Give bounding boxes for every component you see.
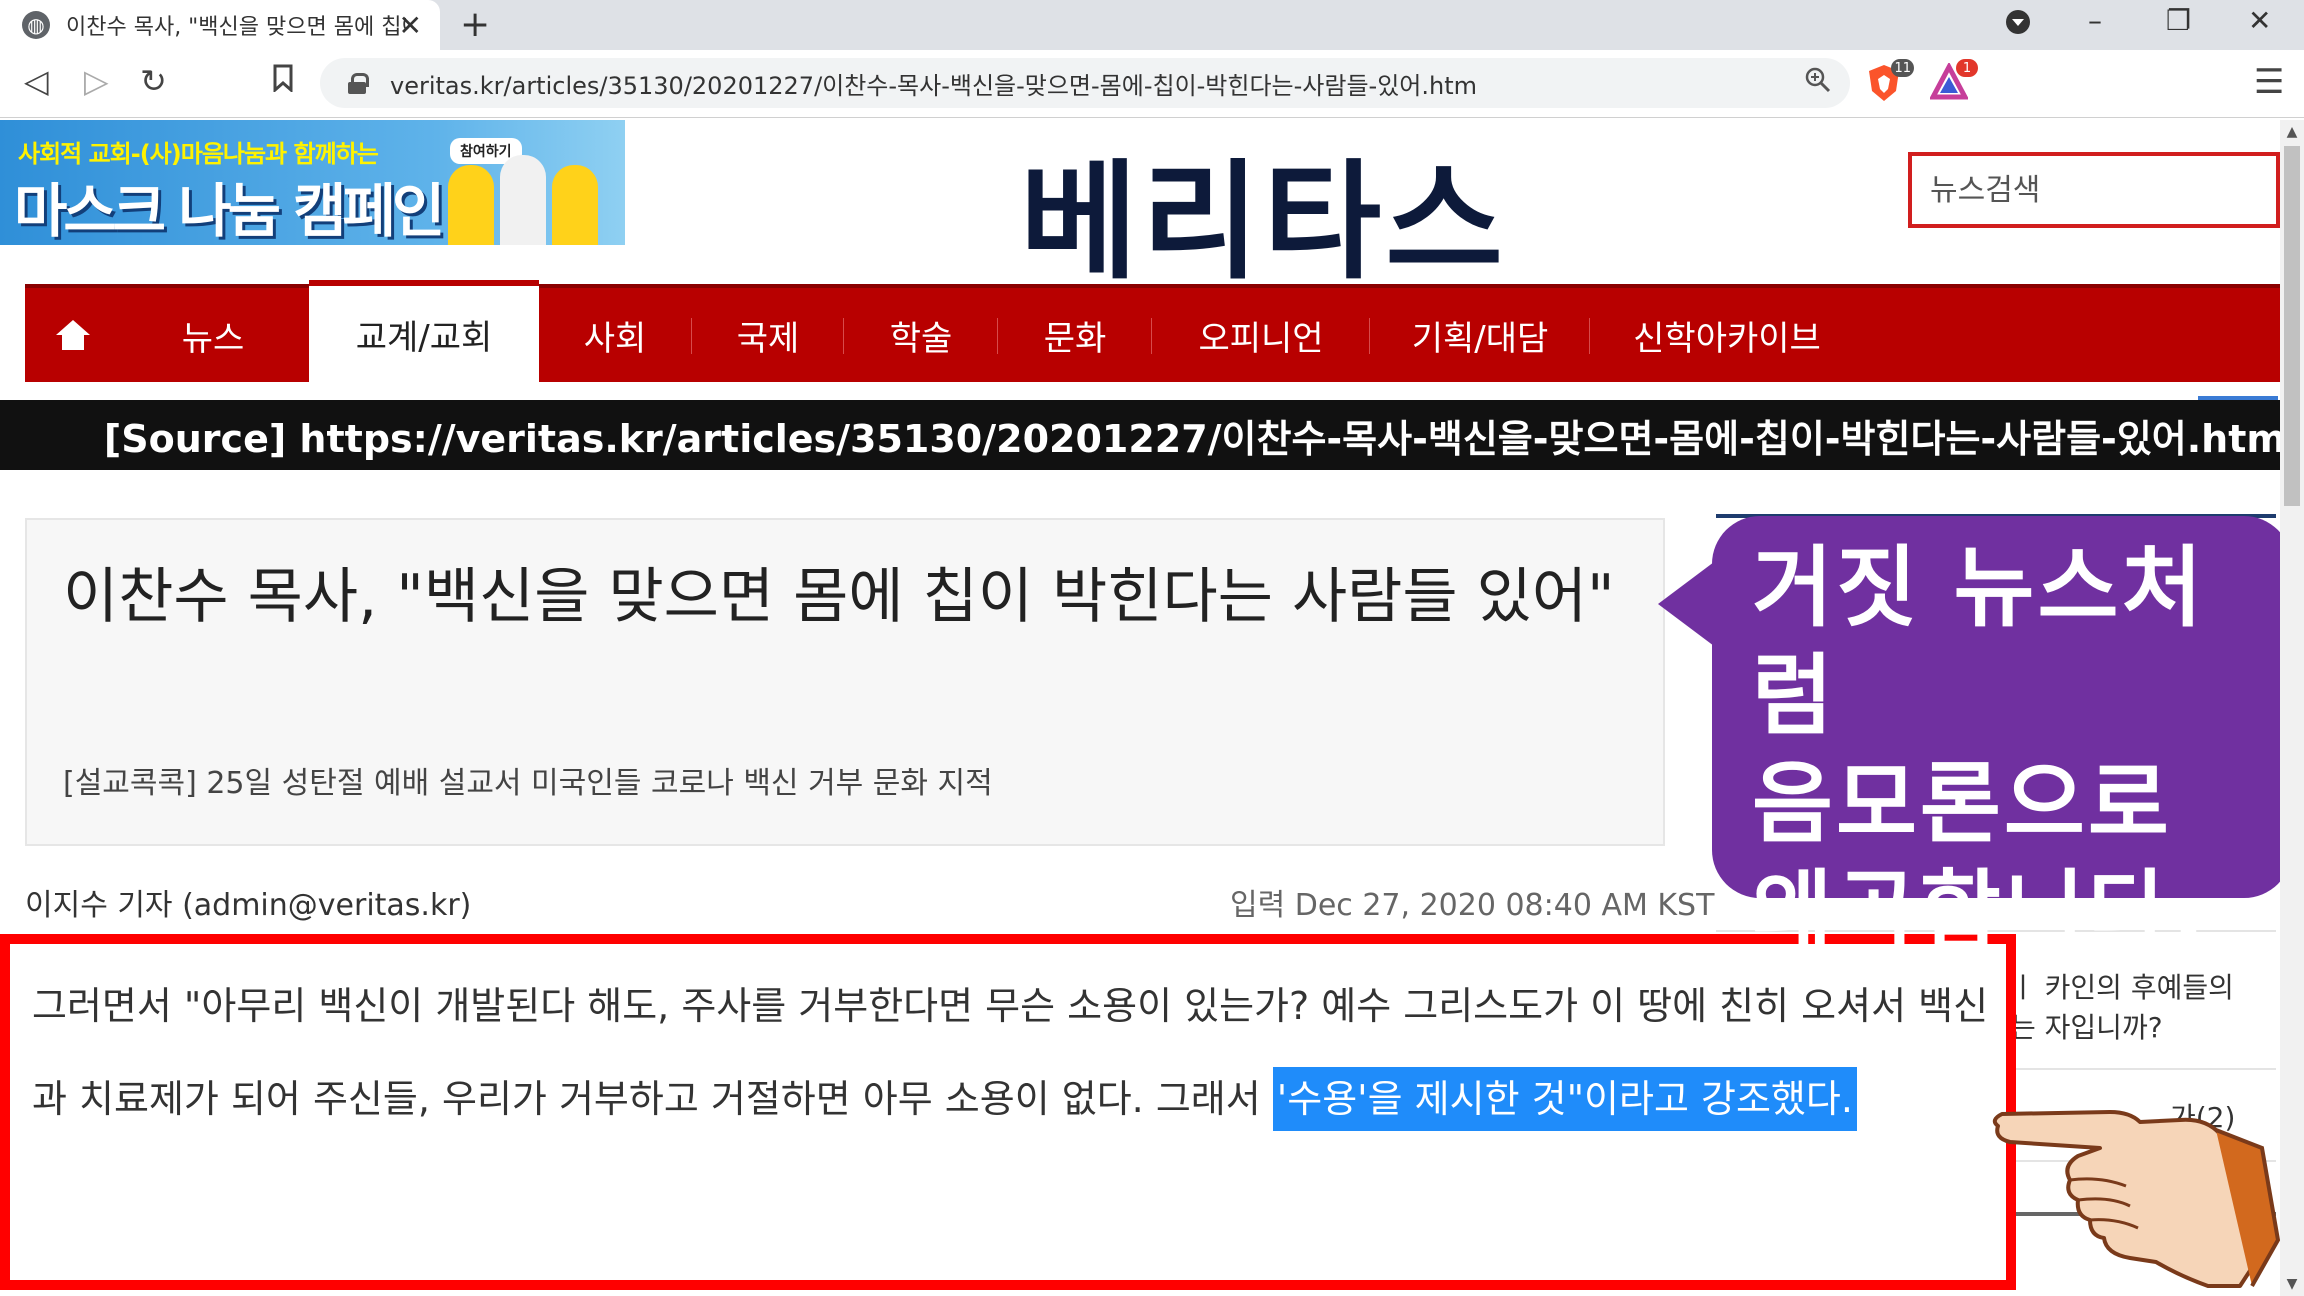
nav-label: 교계/교회	[355, 317, 493, 358]
nav-divider	[1369, 318, 1370, 354]
article-quote: 그러면서 "아무리 백신이 개발된다 해도, 주사를 거부한다면 무슨 소용이 …	[32, 960, 1992, 1146]
figure-illustration	[448, 165, 494, 245]
zoom-icon[interactable]	[1804, 66, 1832, 101]
home-icon	[56, 320, 90, 350]
back-icon[interactable]: ◁	[24, 62, 49, 100]
callout-line: 음모론으로	[1752, 752, 2172, 855]
nav-divider	[997, 318, 998, 354]
new-tab-icon[interactable]: +	[460, 4, 490, 45]
main-nav: 뉴스 교계/교회 사회 국제 학술 문화 오피니언 기획/대담 신학아카이브	[25, 280, 2280, 382]
url-bar[interactable]: veritas.kr/articles/35130/20201227/이찬수-목…	[320, 58, 1850, 108]
scrollbar-thumb[interactable]	[2284, 146, 2300, 506]
nav-item-theology-archive[interactable]: 신학아카이브	[1591, 288, 1863, 382]
nav-item-international[interactable]: 국제	[693, 288, 843, 382]
tab-title: 이찬수 목사, "백신을 맞으면 몸에 칩이 박힌다는 사람들 있어"	[66, 15, 406, 40]
browser-menu-icon[interactable]: ☰	[2254, 62, 2284, 102]
page-scrollbar[interactable]: ▲ ▼	[2280, 120, 2304, 1296]
close-tab-icon[interactable]: ✕	[399, 9, 422, 42]
pointing-hand-icon	[1992, 1110, 2280, 1288]
annotation-callout: 거짓 뉴스처럼 음모론으로 왜곡합니다.	[1712, 516, 2292, 963]
nav-item-church[interactable]: 교계/교회	[309, 280, 539, 382]
article-timestamp: 입력 Dec 27, 2020 08:40 AM KST	[1230, 888, 1715, 923]
brave-badge: 11	[1891, 59, 1914, 77]
news-search-box[interactable]	[1908, 152, 2280, 228]
reload-icon[interactable]: ↻	[140, 62, 167, 100]
nav-item-opinion[interactable]: 오피니언	[1153, 288, 1369, 382]
lock-icon	[348, 73, 369, 94]
minimize-icon[interactable]: –	[2088, 4, 2102, 37]
article-title: 이찬수 목사, "백신을 맞으면 몸에 칩이 박힌다는 사람들 있어"	[63, 562, 1615, 632]
quote-highlighted-text: '수용'을 제시한 것"이라고 강조했다.	[1272, 1067, 1857, 1131]
rewards-badge: 1	[1956, 59, 1978, 77]
nav-label: 뉴스	[181, 318, 245, 359]
sidebar-item-text[interactable]: 는 자입니까?	[2010, 1006, 2163, 1046]
article-byline: 이지수 기자 (admin@veritas.kr)	[25, 888, 472, 923]
nav-divider	[691, 318, 692, 354]
nav-divider	[843, 318, 844, 354]
nav-label: 신학아카이브	[1633, 318, 1821, 359]
nav-label: 사회	[583, 318, 647, 359]
nav-item-society[interactable]: 사회	[539, 288, 691, 382]
figure-illustration	[500, 155, 546, 245]
nav-label: 문화	[1043, 318, 1107, 359]
nav-item-academic[interactable]: 학술	[845, 288, 997, 382]
browser-tab-bar: ◍ 이찬수 목사, "백신을 맞으면 몸에 칩이 박힌다는 사람들 있어" ✕ …	[0, 0, 2304, 50]
highlighted-quote-box: 그러면서 "아무리 백신이 개발된다 해도, 주사를 거부한다면 무슨 소용이 …	[0, 934, 2016, 1290]
brave-shield-icon[interactable]: 11	[1866, 59, 1914, 103]
globe-icon: ◍	[22, 11, 50, 39]
news-search-input[interactable]	[1930, 172, 2260, 208]
scroll-up-icon[interactable]: ▲	[2280, 120, 2304, 144]
scroll-down-icon[interactable]: ▼	[2280, 1272, 2304, 1296]
nav-home[interactable]	[25, 288, 121, 382]
nav-item-culture[interactable]: 문화	[999, 288, 1151, 382]
restore-icon[interactable]: ❐	[2166, 4, 2191, 37]
profile-dropdown-icon[interactable]	[2004, 8, 2032, 43]
sidebar-item-text[interactable]: ㅣ 카인의 후예들의	[2010, 966, 2234, 1006]
article-subtitle: [설교콕콕] 25일 성탄절 예배 설교서 미국인들 코로나 백신 거부 문화 …	[63, 766, 993, 801]
callout-line: 거짓 뉴스처럼	[1752, 536, 2206, 747]
callout-line: 왜곡합니다.	[1752, 860, 2209, 963]
nav-item-news[interactable]: 뉴스	[121, 288, 305, 382]
site-logo[interactable]: 베리타스	[1020, 118, 1507, 303]
nav-label: 학술	[889, 318, 953, 359]
nav-label: 국제	[736, 318, 800, 359]
url-text: veritas.kr/articles/35130/20201227/이찬수-목…	[390, 71, 1477, 100]
figure-illustration	[552, 165, 598, 245]
nav-divider	[1589, 318, 1590, 354]
article-header: 이찬수 목사, "백신을 맞으면 몸에 칩이 박힌다는 사람들 있어" [설교콕…	[25, 518, 1665, 846]
close-window-icon[interactable]: ✕	[2248, 4, 2271, 37]
forward-icon[interactable]: ▷	[84, 62, 109, 100]
nav-label: 기획/대담	[1411, 318, 1549, 359]
nav-label: 오피니언	[1198, 318, 1324, 359]
source-caption: [Source] https://veritas.kr/articles/351…	[0, 400, 2304, 470]
bookmark-icon[interactable]	[272, 62, 294, 100]
browser-tab[interactable]: ◍ 이찬수 목사, "백신을 맞으면 몸에 칩이 박힌다는 사람들 있어" ✕	[0, 0, 440, 50]
brave-rewards-icon[interactable]: 1	[1928, 59, 1978, 103]
nav-divider	[1151, 318, 1152, 354]
mask-campaign-banner[interactable]: 사회적 교회-(사)마음나눔과 함께하는 마스크 나눔 캠페인 참여하기	[0, 120, 625, 245]
banner-main-text: 마스크 나눔 캠페인	[14, 177, 445, 245]
address-toolbar: ◁ ▷ ↻ veritas.kr/articles/35130/20201227…	[0, 50, 2304, 118]
nav-item-features[interactable]: 기획/대담	[1371, 288, 1589, 382]
